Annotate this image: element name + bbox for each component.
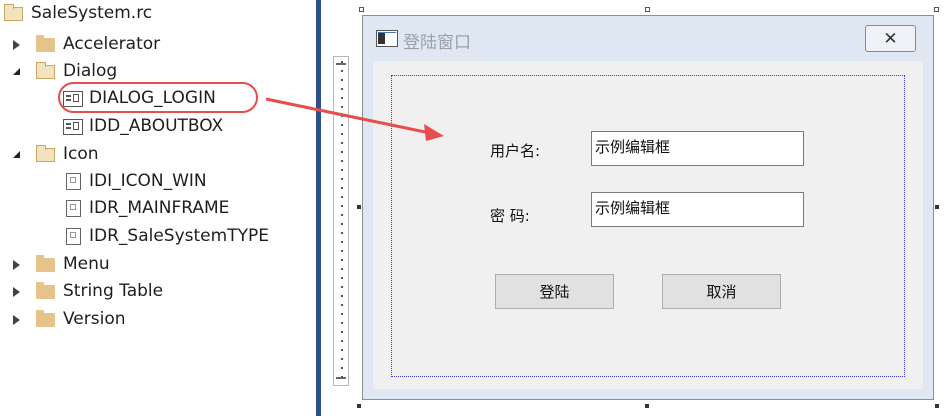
login-button[interactable]: 登陆 (495, 274, 614, 309)
resize-handle[interactable] (934, 7, 939, 12)
tree-item-label: Accelerator (63, 34, 161, 54)
dialog-client-area: 用户名: 示例编辑框 密 码: 示例编辑框 登陆 取消 (373, 61, 923, 389)
tree-item-label: Dialog (63, 61, 118, 81)
dialog-title: 登陆窗口 (403, 33, 471, 53)
tree-item-accelerator[interactable]: Accelerator (10, 31, 160, 58)
password-field[interactable]: 示例编辑框 (591, 192, 804, 227)
folder-icon (36, 34, 55, 52)
folder-icon (36, 281, 55, 299)
tree-item-menu[interactable]: Menu (10, 251, 110, 278)
expand-arrow-icon[interactable] (10, 286, 22, 298)
folder-open-icon (36, 144, 55, 162)
tree-item-label: SaleSystem.rc (31, 3, 153, 23)
vertical-ruler (333, 56, 349, 386)
username-label: 用户名: (490, 142, 541, 160)
collapse-arrow-icon[interactable] (10, 66, 22, 78)
expand-arrow-icon[interactable] (10, 314, 22, 326)
login-dialog-preview[interactable]: 登陆窗口 ✕ 用户名: 示例编辑框 密 码: 示例编辑框 登陆 取消 (362, 15, 934, 400)
folder-icon (36, 254, 55, 272)
tree-item-label: Icon (63, 144, 99, 164)
tree-item-idr-mainframe[interactable]: IDR_MAINFRAME (66, 195, 229, 222)
dialog-titlebar[interactable]: 登陆窗口 ✕ (363, 16, 933, 61)
collapse-arrow-icon[interactable] (10, 149, 22, 161)
tree-item-icon[interactable]: Icon (10, 141, 99, 168)
pane-splitter[interactable] (316, 0, 321, 416)
resize-handle[interactable] (645, 7, 650, 12)
resize-handle[interactable] (935, 205, 939, 209)
close-icon: ✕ (883, 28, 898, 49)
resize-handle[interactable] (359, 7, 364, 12)
resize-handle[interactable] (645, 404, 649, 408)
tree-item-version[interactable]: Version (10, 306, 126, 333)
folder-open-icon (4, 3, 23, 21)
resize-handle[interactable] (357, 205, 361, 209)
tree-item-idi-icon-win[interactable]: IDI_ICON_WIN (66, 168, 207, 195)
resize-handle[interactable] (935, 404, 939, 408)
cancel-button[interactable]: 取消 (662, 274, 781, 309)
close-button[interactable]: ✕ (865, 25, 916, 52)
icon-resource-icon (66, 200, 81, 217)
tree-item-idd-aboutbox[interactable]: IDD_ABOUTBOX (63, 113, 223, 140)
tree-item-label: IDI_ICON_WIN (89, 171, 207, 191)
tree-item-dialog[interactable]: Dialog (10, 58, 117, 85)
tree-item-label: IDD_ABOUTBOX (89, 116, 224, 136)
expand-arrow-icon[interactable] (10, 259, 22, 271)
username-field[interactable]: 示例编辑框 (591, 131, 804, 166)
resize-handle[interactable] (357, 404, 361, 408)
folder-icon (36, 309, 55, 327)
dialog-resource-icon (63, 118, 83, 135)
window-icon (376, 30, 398, 47)
tree-item-label: Menu (63, 254, 110, 274)
icon-resource-icon (66, 173, 81, 190)
tree-item-label: String Table (63, 281, 164, 301)
expand-arrow-icon[interactable] (10, 39, 22, 51)
tree-item-root[interactable]: SaleSystem.rc (4, 0, 152, 27)
icon-resource-icon (66, 228, 81, 245)
tree-item-label: Version (63, 309, 126, 329)
tree-item-label: IDR_SaleSystemTYPE (89, 226, 269, 246)
tree-item-string-table[interactable]: String Table (10, 278, 163, 305)
password-label: 密 码: (490, 207, 530, 225)
folder-open-icon (36, 61, 55, 79)
tree-item-label: IDR_MAINFRAME (89, 198, 230, 218)
annotation-highlight-oval (58, 82, 258, 113)
tree-item-idr-salesystemtype[interactable]: IDR_SaleSystemTYPE (66, 223, 269, 250)
resource-view-tree: SaleSystem.rc Accelerator Dialog DIALOG_… (0, 0, 312, 416)
